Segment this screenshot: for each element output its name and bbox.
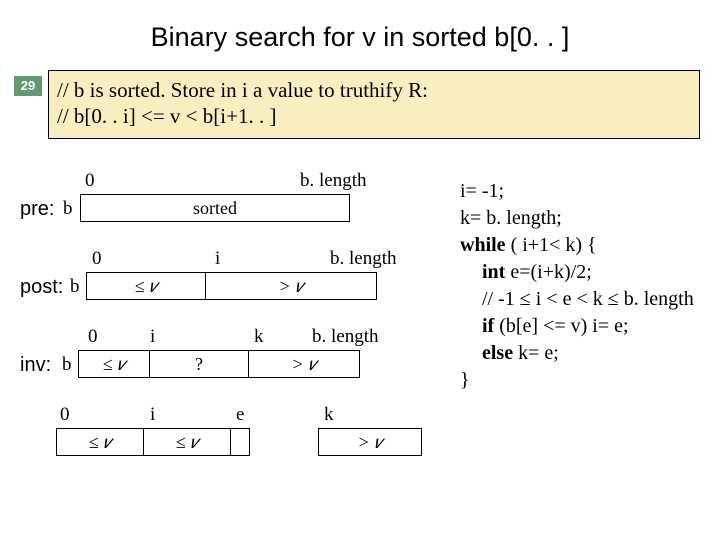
- post-blength: b. length: [330, 248, 397, 270]
- code-line-1: i= -1;: [460, 178, 694, 205]
- step-cell-mid: ≤ 𝑣: [143, 428, 231, 456]
- comment-line1: // b is sorted. Store in i a value to tr…: [57, 77, 693, 103]
- pre-b: b: [63, 198, 73, 220]
- post-cell-right: > 𝑣: [205, 272, 377, 300]
- code-l6b: (b[e] <= v) i= e;: [494, 315, 628, 337]
- pre-label: pre:: [20, 198, 54, 221]
- step-e: e: [236, 404, 244, 426]
- kw-else: else: [482, 342, 513, 364]
- step-cell-right: > 𝑣: [318, 428, 422, 456]
- code-line-8: }: [460, 367, 694, 394]
- inv-zero: 0: [88, 326, 98, 348]
- inv-label: inv:: [20, 354, 51, 377]
- inv-i: i: [150, 326, 155, 348]
- code-line-3: while ( i+1< k) {: [460, 232, 694, 259]
- step-row: 0 i e k ≤ 𝑣 ≤ 𝑣 > 𝑣: [20, 404, 440, 460]
- comment-box: // b is sorted. Store in i a value to tr…: [48, 70, 700, 139]
- inv-cell-right: > 𝑣: [248, 350, 360, 378]
- step-i: i: [150, 404, 155, 426]
- inv-k: k: [254, 326, 264, 348]
- step-k: k: [324, 404, 334, 426]
- step-cell-gap: [230, 428, 250, 456]
- inv-blength: b. length: [312, 326, 379, 348]
- kw-while: while: [460, 234, 506, 256]
- post-zero: 0: [92, 248, 102, 270]
- code-l7b: k= e;: [513, 342, 559, 364]
- slide-number: 29: [14, 76, 42, 96]
- inv-row: 0 i k b. length inv: b ≤ 𝑣 ? > 𝑣: [20, 326, 440, 386]
- inv-cell-mid: ?: [149, 350, 249, 378]
- inv-b: b: [62, 354, 72, 376]
- code-line-5: // -1 ≤ i < e < k ≤ b. length: [460, 286, 694, 313]
- kw-if: if: [482, 315, 494, 337]
- code-line-2: k= b. length;: [460, 205, 694, 232]
- post-row: 0 i b. length post: b ≤ 𝑣 > 𝑣: [20, 248, 440, 308]
- comment-line2: // b[0. . i] <= v < b[i+1. . ]: [57, 103, 693, 129]
- array-diagrams: 0 b. length pre: b sorted 0 i b. length …: [20, 170, 440, 478]
- pre-blength: b. length: [300, 170, 367, 192]
- pre-zero: 0: [85, 170, 95, 192]
- code-l4b: e=(i+k)/2;: [505, 261, 591, 283]
- post-b: b: [70, 276, 80, 298]
- code-l3b: ( i+1< k) {: [506, 234, 597, 256]
- code-line-4: int e=(i+k)/2;: [460, 259, 694, 286]
- step-cell-left: ≤ 𝑣: [56, 428, 144, 456]
- post-cell-left: ≤ 𝑣: [86, 272, 206, 300]
- code-line-7: else k= e;: [460, 340, 694, 367]
- code-block: i= -1; k= b. length; while ( i+1< k) { i…: [460, 178, 694, 394]
- code-line-6: if (b[e] <= v) i= e;: [460, 313, 694, 340]
- inv-cell-left: ≤ 𝑣: [78, 350, 150, 378]
- pre-row: 0 b. length pre: b sorted: [20, 170, 440, 230]
- post-label: post:: [20, 276, 63, 299]
- kw-int: int: [482, 261, 505, 283]
- pre-cell-sorted: sorted: [80, 194, 350, 222]
- slide-title: Binary search for v in sorted b[0. . ]: [0, 0, 720, 63]
- post-i: i: [215, 248, 220, 270]
- step-zero: 0: [60, 404, 70, 426]
